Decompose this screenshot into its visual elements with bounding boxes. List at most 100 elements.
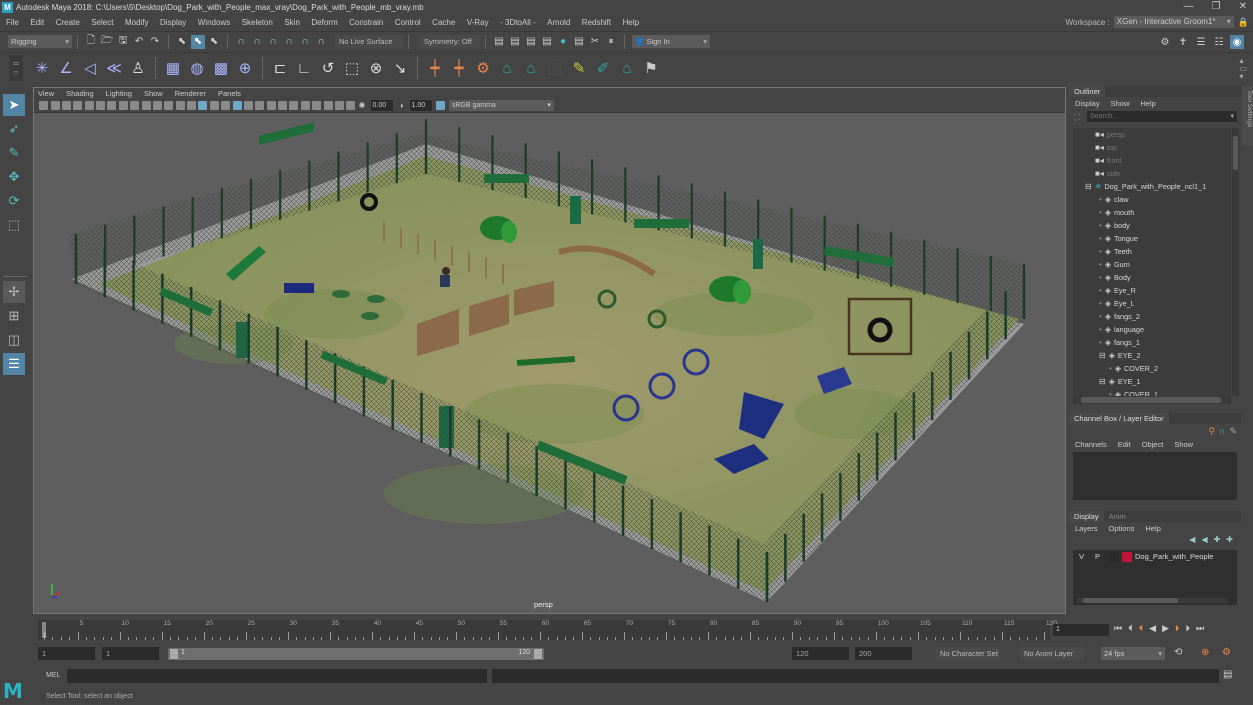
default-material-icon[interactable]	[209, 101, 219, 110]
playback-start-field[interactable]: 1	[102, 647, 159, 660]
blend-shape-icon[interactable]: ◍	[186, 57, 208, 79]
depth-of-field-icon[interactable]	[300, 101, 310, 110]
channel-box-menu-show[interactable]: Show	[1174, 440, 1193, 449]
menu-cache[interactable]: Cache	[432, 18, 455, 27]
menu-skeleton[interactable]: Skeleton	[242, 18, 273, 27]
grid-icon[interactable]	[107, 101, 117, 110]
workspace-dropdown[interactable]: XGen - Interactive Groom1*	[1113, 16, 1234, 28]
save-scene-icon[interactable]: 🖫	[116, 35, 130, 49]
channel-box-menu-edit[interactable]: Edit	[1118, 440, 1131, 449]
outliner-menu-help[interactable]: Help	[1140, 99, 1155, 108]
snap-surface-icon[interactable]: ∩	[298, 35, 312, 49]
restore-button[interactable]: ❐	[1212, 1, 1221, 12]
channel-box-icon[interactable]: ☷	[1212, 35, 1226, 49]
use-all-lights-icon[interactable]	[243, 101, 253, 110]
move-layer-down-icon[interactable]: ◀	[1201, 535, 1207, 544]
modeling-toolkit-icon[interactable]: ⚙	[1158, 35, 1172, 49]
menu-windows[interactable]: Windows	[198, 18, 230, 27]
outliner-item[interactable]: • ◈ Body	[1073, 271, 1231, 284]
grease-pencil-icon[interactable]	[96, 101, 106, 110]
safe-action-icon[interactable]	[164, 101, 174, 110]
render-view2-icon[interactable]: ▤	[572, 35, 586, 49]
channel-box-menu-object[interactable]: Object	[1142, 440, 1164, 449]
outliner-item[interactable]: • ◈ claw	[1073, 193, 1231, 206]
command-input[interactable]	[67, 669, 487, 683]
outliner-item[interactable]: • ◈ Gum	[1073, 258, 1231, 271]
color-space-dropdown[interactable]: sRGB gamma ▾	[448, 100, 554, 111]
channel-box-magnet-icon[interactable]: ∩	[1219, 426, 1225, 437]
go-to-start-icon[interactable]: ⏮	[1114, 623, 1122, 634]
outliner-item[interactable]: • ◈ Teeth	[1073, 245, 1231, 258]
layer-editor-tab-anim[interactable]: Anim	[1103, 511, 1131, 522]
menu-skin[interactable]: Skin	[284, 18, 300, 27]
outliner-item[interactable]: ■◂ persp	[1073, 128, 1231, 141]
anim-layer-dropdown[interactable]: No Anim Layer	[1020, 647, 1084, 660]
outliner-toggle-icon[interactable]: ◉	[1230, 35, 1244, 49]
bookmark-icon[interactable]	[61, 101, 71, 110]
hik-definition-icon[interactable]: ┿	[448, 57, 470, 79]
outliner-item[interactable]: • ◈ Eye_L	[1073, 297, 1231, 310]
color-management-icon[interactable]	[435, 101, 445, 110]
wireframe-on-shaded-icon[interactable]	[232, 101, 242, 110]
viewport-menu-renderer[interactable]: Renderer	[175, 89, 206, 98]
range-slider[interactable]: 1 120	[168, 648, 544, 660]
camera-attributes-icon[interactable]	[50, 101, 60, 110]
outliner-layout-icon[interactable]: ☰	[3, 353, 25, 375]
four-view-layout-icon[interactable]: ⊞	[3, 305, 25, 327]
layer-row[interactable]: V P Dog_Park_with_People	[1073, 550, 1237, 563]
parent-constraint-icon[interactable]: ⊏	[269, 57, 291, 79]
time-editor3-icon[interactable]: ⌂	[616, 57, 638, 79]
cluster-icon[interactable]: ⊕	[234, 57, 256, 79]
lasso-tool-icon[interactable]: ➶	[3, 118, 25, 140]
resolution-gate-icon[interactable]	[130, 101, 140, 110]
viewport-menu-lighting[interactable]: Lighting	[106, 89, 132, 98]
outliner-item[interactable]: ⊟ ◈ EYE_2	[1073, 349, 1231, 362]
open-scene-icon[interactable]: 🗁	[100, 35, 114, 49]
outliner-vertical-scrollbar[interactable]	[1232, 128, 1239, 396]
ipr-render-icon[interactable]: ▤	[508, 35, 522, 49]
wireframe-icon[interactable]	[187, 101, 197, 110]
3d-scene-canvas[interactable]	[34, 114, 1065, 613]
outliner-item[interactable]: • ◈ fangs_1	[1073, 336, 1231, 349]
playback-end-field[interactable]: 120	[792, 647, 849, 660]
new-layer-selected-icon[interactable]: ✚	[1226, 535, 1233, 544]
menu-modify[interactable]: Modify	[125, 18, 149, 27]
tool-settings-side-tab[interactable]: Tool Settings	[1242, 86, 1253, 146]
layer-list-scrollbar[interactable]	[1077, 598, 1227, 603]
gamma-field[interactable]: 1.00	[409, 100, 432, 111]
new-layer-icon[interactable]: ✚	[1214, 535, 1221, 544]
anti-aliasing-icon[interactable]	[289, 101, 299, 110]
outliner-menu-display[interactable]: Display	[1075, 99, 1100, 108]
outliner-tab[interactable]: Outliner	[1069, 86, 1106, 97]
outliner-item[interactable]: • ◈ COVER_1	[1073, 388, 1231, 396]
channel-box-menu-channels[interactable]: Channels	[1075, 440, 1107, 449]
orient-constraint-icon[interactable]: ↺	[317, 57, 339, 79]
create-joint-icon[interactable]: ✳	[31, 57, 53, 79]
layer-editor-menu-layers[interactable]: Layers	[1075, 524, 1098, 533]
move-layer-up-icon[interactable]: ◀	[1189, 535, 1195, 544]
visibility-toggle[interactable]: V	[1079, 552, 1095, 561]
current-frame-field[interactable]: 1	[1053, 624, 1109, 636]
scale-constraint-icon[interactable]: ⬚	[341, 57, 363, 79]
time-editor-icon[interactable]: ⌂	[496, 57, 518, 79]
outliner-filter-icon[interactable]: ⛶	[1074, 112, 1080, 123]
menu-help[interactable]: Help	[623, 18, 639, 27]
outliner-item[interactable]: ■◂ side	[1073, 167, 1231, 180]
menu-constrain[interactable]: Constrain	[349, 18, 383, 27]
time-slider[interactable]: 1 5 10 15 20 25 30 35 40 45 50 55 60 65 70 75 80 85 90 95 1…	[38, 620, 1057, 640]
outliner-item[interactable]: ■◂ front	[1073, 154, 1231, 167]
bookmark-add-icon[interactable]: ⚑	[640, 57, 662, 79]
camera-lock-icon[interactable]	[39, 101, 49, 110]
ik-spline-icon[interactable]: ◁	[79, 57, 101, 79]
menu-deform[interactable]: Deform	[311, 18, 337, 27]
gate-mask-icon[interactable]	[141, 101, 151, 110]
start-time-field[interactable]: 1	[38, 647, 95, 660]
lock-icon[interactable]: 🔒	[1238, 17, 1249, 28]
collapse-icon[interactable]: ⊟	[1085, 182, 1092, 191]
outliner-search-input[interactable]: Search... ▾	[1087, 111, 1237, 122]
outliner-item[interactable]: • ◈ fangs_2	[1073, 310, 1231, 323]
vray-icon[interactable]: ✂	[588, 35, 602, 49]
outliner-item[interactable]: ⊟ ◈ EYE_1	[1073, 375, 1231, 388]
menu-edit[interactable]: Edit	[30, 18, 44, 27]
menu-select[interactable]: Select	[91, 18, 113, 27]
